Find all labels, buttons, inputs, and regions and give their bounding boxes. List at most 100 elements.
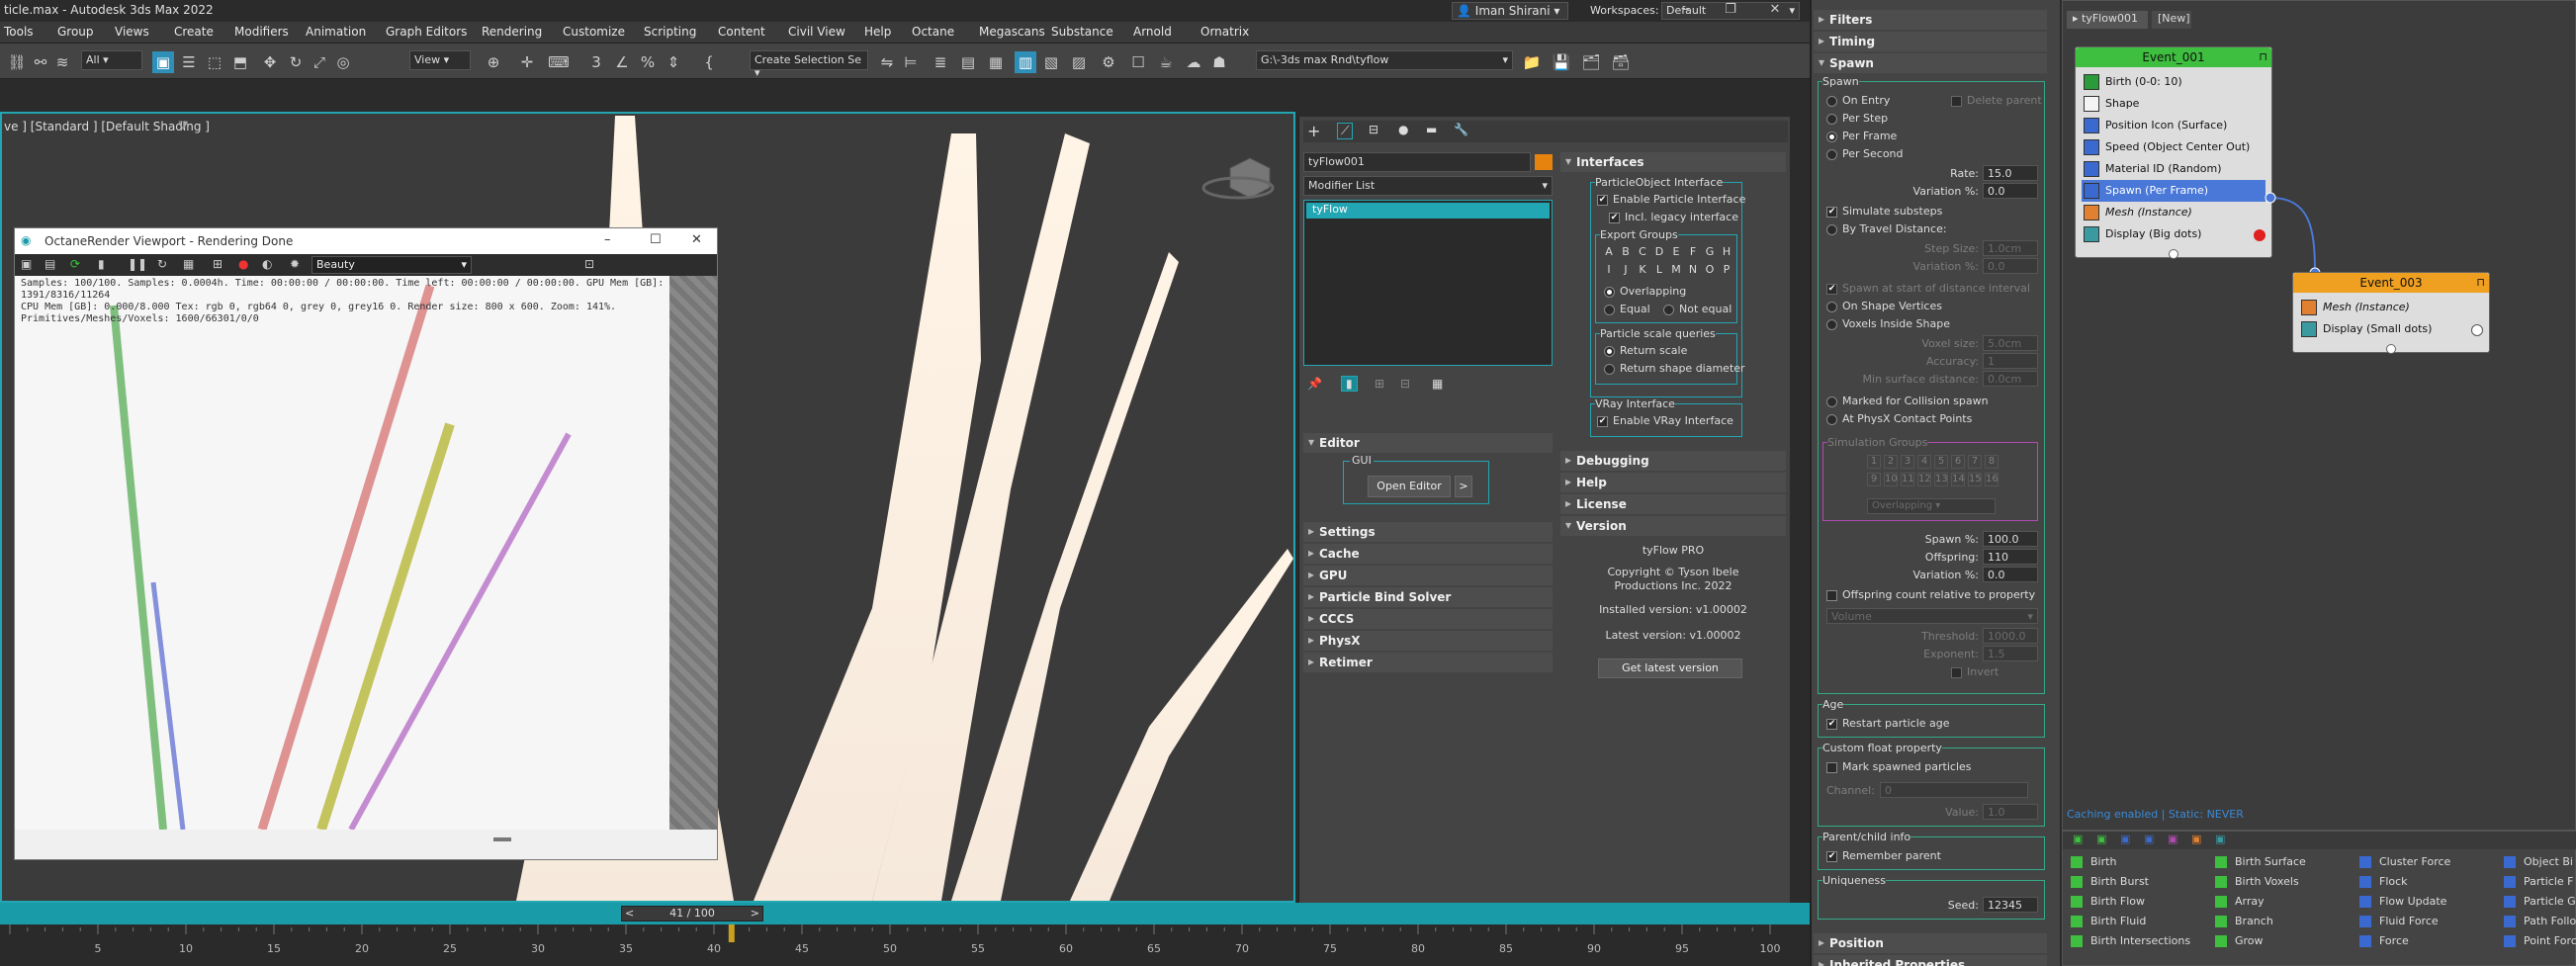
octane-render-image[interactable]: Samples: 100/100. Samples: 0.0004h. Time… [15,276,669,830]
object-color-swatch[interactable] [1535,154,1553,170]
stack-item-tyflow[interactable]: tyFlow [1306,203,1550,219]
menu-graph-editors[interactable]: Graph Editors [386,25,467,39]
enable-particle-checkbox[interactable]: ✔ [1597,195,1608,206]
project-settings-icon[interactable]: 🗃 [1610,51,1632,73]
menu-modifiers[interactable]: Modifiers [234,25,289,39]
render-setup-icon[interactable]: ⚙ [1098,51,1119,73]
palette-op-birth-flow[interactable]: Birth Flow [2071,895,2207,913]
variation3-spinner[interactable]: 0.0 [1983,567,2038,582]
op-mesh-2[interactable]: Mesh (Instance) [2299,297,2483,318]
palette-op-birth-voxels[interactable]: Birth Voxels [2215,875,2352,893]
window-crossing-icon[interactable]: ⬒ [229,51,251,73]
export-group-m[interactable]: M [1669,263,1683,276]
editor-more-button[interactable]: > [1455,476,1472,497]
simulate-substeps-checkbox[interactable]: ✔ [1826,207,1837,218]
rollout-interfaces[interactable]: Interfaces [1560,152,1786,172]
voxel-size-spinner[interactable]: 5.0cm [1983,335,2038,351]
palette-op-flock[interactable]: Flock [2359,875,2496,893]
unlink-icon[interactable]: ⚯ [30,51,51,73]
octane-pass-select[interactable]: Beauty ▾ [311,256,472,274]
render-cloud-icon[interactable]: ☁ [1183,51,1204,73]
ref-coord-system[interactable]: View ▾ [409,50,471,70]
project-new-icon[interactable]: 🗂 [1580,51,1602,73]
menu-ornatrix[interactable]: Ornatrix [1200,25,1249,39]
sim-group-4[interactable]: 4 [1917,455,1931,469]
palette-birth-icon[interactable]: ▣ [2073,833,2083,845]
event-003-input-port[interactable] [2386,344,2396,354]
open-editor-button[interactable]: Open Editor [1368,476,1451,497]
menu-animation[interactable]: Animation [306,25,366,39]
mark-spawned-checkbox[interactable] [1826,762,1837,773]
curve-editor-icon[interactable]: ▥ [1015,51,1036,73]
render-icon[interactable]: ☗ [1208,51,1230,73]
palette-collision-icon[interactable]: ▣ [2168,833,2177,845]
rollout-position[interactable]: Position [1814,933,2047,953]
per-frame-radio[interactable] [1826,132,1837,142]
property-select[interactable]: Volume ▾ [1826,608,2038,624]
sim-group-2[interactable]: 2 [1884,455,1898,469]
sim-group-3[interactable]: 3 [1901,455,1914,469]
sim-group-6[interactable]: 6 [1951,455,1965,469]
palette-op-fluid-force[interactable]: Fluid Force [2359,915,2496,932]
on-entry-radio[interactable] [1826,96,1837,107]
rollout-retimer[interactable]: Retimer [1303,653,1553,672]
rollout-spawn[interactable]: Spawn [1814,53,2047,73]
palette-op-object-bi[interactable]: Object Bi [2504,855,2576,873]
op-display-2[interactable]: Display (Small dots) [2299,318,2483,340]
export-group-p[interactable]: P [1720,263,1733,276]
next-frame-icon[interactable]: > [751,907,759,920]
event-003-node[interactable]: Event_003 ⊓ Mesh (Instance) Display (Smal… [2292,272,2490,354]
time-slider-track[interactable] [0,903,1810,924]
palette-display-icon[interactable]: ▣ [2215,833,2225,845]
octane-save-icon[interactable]: ▣ [21,257,32,271]
channel-field[interactable]: 0 [1880,782,2028,798]
octane-ar-icon[interactable]: ◐ [262,257,272,271]
export-group-l[interactable]: L [1652,263,1666,276]
palette-op-path-follo[interactable]: Path Follo [2504,915,2576,932]
sim-group-7[interactable]: 7 [1968,455,1982,469]
spawn-pct-spinner[interactable]: 100.0 [1983,531,2038,547]
export-group-n[interactable]: N [1686,263,1700,276]
prev-frame-icon[interactable]: < [625,907,634,920]
select-rotate-icon[interactable]: ↻ [285,51,307,73]
menu-create[interactable]: Create [174,25,214,39]
rollout-license[interactable]: License [1560,494,1786,514]
scene-explorer-icon[interactable]: ▤ [957,51,979,73]
per-second-radio[interactable] [1826,149,1837,160]
sim-group-14[interactable]: 14 [1951,473,1965,486]
variation2-spinner[interactable]: 0.0 [1983,258,2038,274]
configure-sets-icon[interactable]: ▦ [1432,377,1443,391]
named-selection-set[interactable]: Create Selection Se ▾ [750,50,868,79]
rollout-debugging[interactable]: Debugging [1560,451,1786,471]
sim-group-11[interactable]: 11 [1901,473,1914,486]
project-save-icon[interactable]: 💾 [1551,51,1572,73]
sim-group-16[interactable]: 16 [1985,473,1999,486]
display-tab-icon[interactable]: ▬ [1426,123,1437,136]
project-folder[interactable]: G:\-3ds max Rnd\tyflow ▾ [1256,50,1513,70]
select-by-name-icon[interactable]: ☰ [178,51,200,73]
palette-op-force[interactable]: Force [2359,934,2496,952]
return-shape-radio[interactable] [1604,364,1615,375]
rollout-filters[interactable]: Filters [1814,10,2047,30]
menu-customize[interactable]: Customize [563,25,625,39]
palette-op-point-forc[interactable]: Point Forc [2504,934,2576,952]
sim-overlapping-select[interactable]: Overlapping ▾ [1867,498,1996,514]
palette-op-grow[interactable]: Grow [2215,934,2352,952]
sim-group-10[interactable]: 10 [1884,473,1898,486]
export-group-e[interactable]: E [1669,245,1683,258]
menu-scripting[interactable]: Scripting [644,25,696,39]
timeline[interactable]: < 41 / 100 > 5 10 15 20 25 30 35 40 45 50 55 60 65 70… [0,903,1810,966]
rollout-help[interactable]: Help [1560,473,1786,492]
palette-op-birth-fluid[interactable]: Birth Fluid [2071,915,2207,932]
menu-arnold[interactable]: Arnold [1133,25,1172,39]
accuracy-spinner[interactable]: 1 [1983,353,2038,369]
modify-tab-icon[interactable]: ⟋ [1337,123,1354,139]
rate-spinner[interactable]: 15.0 [1983,165,2038,181]
step-size-spinner[interactable]: 1.0cm [1983,240,2038,256]
octane-expand-icon[interactable]: ⊡ [584,257,594,271]
offspring-spinner[interactable]: 110 [1983,549,2038,565]
modifier-list[interactable]: Modifier List ▾ [1303,176,1553,196]
palette-op-flow-update[interactable]: Flow Update [2359,895,2496,913]
sim-group-1[interactable]: 1 [1867,455,1881,469]
octane-zoom-icon[interactable]: ⊞ [213,257,222,271]
